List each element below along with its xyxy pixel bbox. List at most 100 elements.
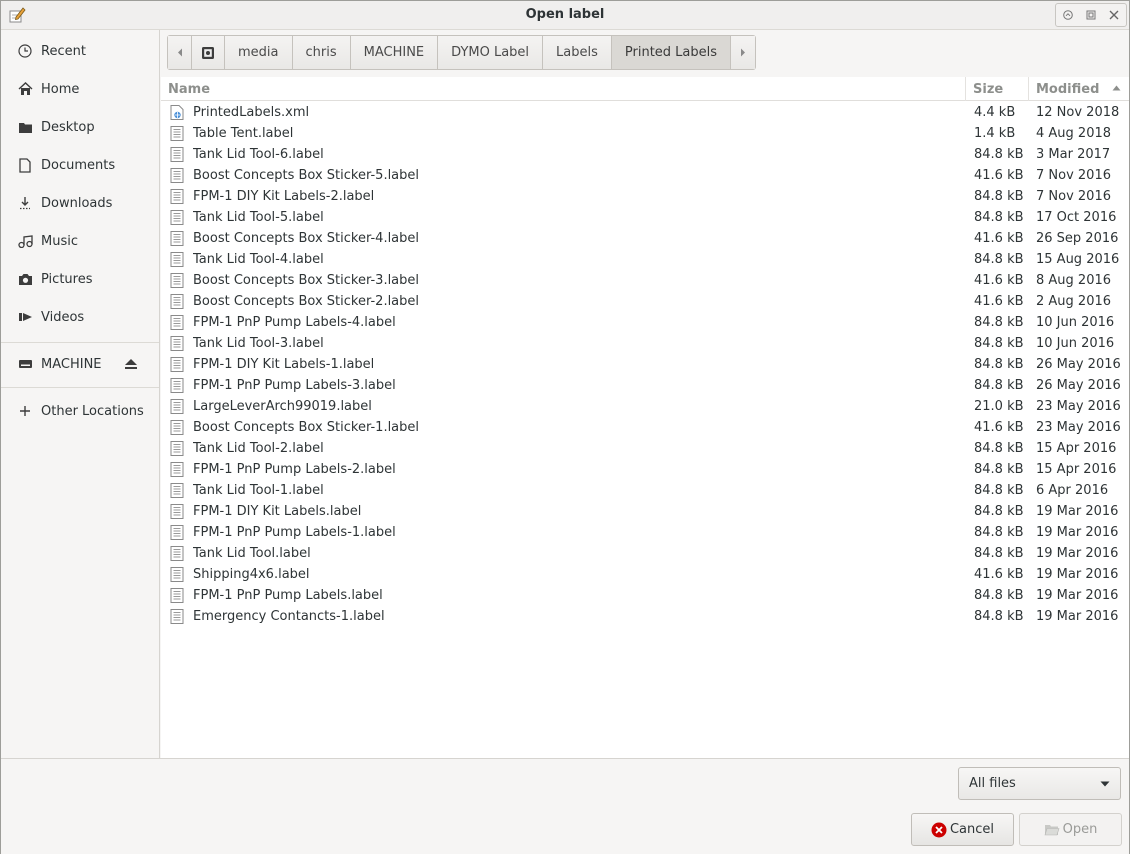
column-header-name[interactable]: Name <box>161 77 966 101</box>
video-icon <box>17 309 33 325</box>
file-row[interactable]: Tank Lid Tool-1.label 84.8 kB 6 Apr 2016 <box>161 480 1129 501</box>
file-modified: 19 Mar 2016 <box>1036 588 1119 603</box>
document-icon <box>170 336 184 351</box>
sidebar-item-music[interactable]: Music <box>1 224 159 258</box>
sidebar-item-machine-drive[interactable]: MACHINE <box>1 347 159 381</box>
cancel-button-label: Cancel <box>949 822 995 837</box>
file-row[interactable]: Emergency Contancts-1.label 84.8 kB 19 Mar… <box>161 606 1129 627</box>
open-button-label: Open <box>1062 822 1098 837</box>
document-icon <box>170 546 184 561</box>
file-rows: PrintedLabels.xml 4.4 kB 12 Nov 2018 Table … <box>161 102 1129 627</box>
file-modified: 7 Nov 2016 <box>1036 189 1111 204</box>
file-name: Boost Concepts Box Sticker-3.label <box>193 273 420 288</box>
file-row[interactable]: Boost Concepts Box Sticker-2.label 41.6 k… <box>161 291 1129 312</box>
download-icon <box>17 195 33 211</box>
file-row[interactable]: Tank Lid Tool-2.label 84.8 kB 15 Apr 2016 <box>161 438 1129 459</box>
file-row[interactable]: FPM-1 PnP Pump Labels-4.label 84.8 kB 10 J… <box>161 312 1129 333</box>
file-size: 84.8 kB <box>974 588 1024 603</box>
chevron-down-icon <box>1100 781 1110 787</box>
column-header-size[interactable]: Size <box>966 77 1029 101</box>
file-row[interactable]: FPM-1 DIY Kit Labels-2.label 84.8 kB 7 Nov… <box>161 186 1129 207</box>
file-row[interactable]: Tank Lid Tool-3.label 84.8 kB 10 Jun 2016 <box>161 333 1129 354</box>
file-size: 84.8 kB <box>974 147 1024 162</box>
sidebar-item-desktop[interactable]: Desktop <box>1 110 159 144</box>
document-icon <box>170 399 184 414</box>
clock-icon <box>17 43 33 59</box>
column-header-modified[interactable]: Modified <box>1029 77 1129 101</box>
document-icon <box>170 252 184 267</box>
music-icon <box>17 233 33 249</box>
file-name: FPM-1 PnP Pump Labels-1.label <box>193 525 396 540</box>
chevron-left-icon <box>177 48 182 57</box>
path-scroll-left-button[interactable] <box>168 36 192 69</box>
file-row[interactable]: Boost Concepts Box Sticker-5.label 41.6 k… <box>161 165 1129 186</box>
file-row[interactable]: FPM-1 PnP Pump Labels-3.label 84.8 kB 26 M… <box>161 375 1129 396</box>
file-row[interactable]: Boost Concepts Box Sticker-4.label 41.6 k… <box>161 228 1129 249</box>
sidebar-item-pictures[interactable]: Pictures <box>1 262 159 296</box>
sidebar-separator <box>1 342 159 343</box>
file-row[interactable]: LargeLeverArch99019.label 21.0 kB 23 May 2… <box>161 396 1129 417</box>
sidebar-item-label: Recent <box>41 43 86 59</box>
file-size: 84.8 kB <box>974 252 1024 267</box>
document-icon <box>170 126 184 141</box>
file-row[interactable]: Boost Concepts Box Sticker-3.label 41.6 k… <box>161 270 1129 291</box>
file-row[interactable]: Tank Lid Tool-5.label 84.8 kB 17 Oct 2016 <box>161 207 1129 228</box>
file-name: PrintedLabels.xml <box>193 105 310 120</box>
document-icon <box>170 168 184 183</box>
document-icon <box>170 147 184 162</box>
restore-button[interactable] <box>1081 5 1101 25</box>
file-modified: 15 Aug 2016 <box>1036 252 1120 267</box>
file-row[interactable]: FPM-1 DIY Kit Labels-1.label 84.8 kB 26 Ma… <box>161 354 1129 375</box>
file-row[interactable]: Tank Lid Tool.label 84.8 kB 19 Mar 2016 <box>161 543 1129 564</box>
sidebar-item-documents[interactable]: Documents <box>1 148 159 182</box>
file-row[interactable]: Shipping4x6.label 41.6 kB 19 Mar 2016 <box>161 564 1129 585</box>
drive-icon <box>17 356 33 372</box>
file-filter-dropdown[interactable]: All files <box>958 767 1121 800</box>
file-size: 41.6 kB <box>974 567 1024 582</box>
file-row[interactable]: Tank Lid Tool-4.label 84.8 kB 15 Aug 2016 <box>161 249 1129 270</box>
cancel-button[interactable]: Cancel <box>911 813 1014 846</box>
file-row[interactable]: FPM-1 PnP Pump Labels.label 84.8 kB 19 Mar… <box>161 585 1129 606</box>
path-segment-media[interactable]: media <box>225 36 293 69</box>
file-row[interactable]: Tank Lid Tool-6.label 84.8 kB 3 Mar 2017 <box>161 144 1129 165</box>
file-row[interactable]: Table Tent.label 1.4 kB 4 Aug 2018 <box>161 123 1129 144</box>
document-icon <box>170 294 184 309</box>
home-icon <box>17 81 33 97</box>
file-name: Tank Lid Tool-6.label <box>193 147 324 162</box>
sidebar-item-home[interactable]: Home <box>1 72 159 106</box>
sidebar-item-label: Downloads <box>41 195 113 211</box>
path-segment-machine[interactable]: MACHINE <box>350 36 439 69</box>
file-modified: 19 Mar 2016 <box>1036 525 1119 540</box>
sidebar-item-downloads[interactable]: Downloads <box>1 186 159 220</box>
file-modified: 7 Nov 2016 <box>1036 168 1111 183</box>
up-arrow-icon <box>1062 10 1073 20</box>
file-size: 41.6 kB <box>974 231 1024 246</box>
file-row[interactable]: PrintedLabels.xml 4.4 kB 12 Nov 2018 <box>161 102 1129 123</box>
path-segment-chris[interactable]: chris <box>292 36 351 69</box>
open-button[interactable]: Open <box>1019 813 1122 846</box>
file-name: Table Tent.label <box>193 126 294 141</box>
maximize-up-button[interactable] <box>1058 5 1078 25</box>
file-row[interactable]: FPM-1 DIY Kit Labels.label 84.8 kB 19 Mar … <box>161 501 1129 522</box>
path-segment-printed-labels[interactable]: Printed Labels <box>611 36 732 69</box>
file-row[interactable]: FPM-1 PnP Pump Labels-1.label 84.8 kB 19 M… <box>161 522 1129 543</box>
file-modified: 23 May 2016 <box>1036 420 1121 435</box>
sidebar-item-recent[interactable]: Recent <box>1 34 159 68</box>
file-size: 84.8 kB <box>974 462 1024 477</box>
sidebar-item-other-locations[interactable]: Other Locations <box>1 394 159 428</box>
file-name: FPM-1 DIY Kit Labels.label <box>193 504 362 519</box>
sidebar-item-label: Home <box>41 81 80 97</box>
close-button[interactable] <box>1104 5 1124 25</box>
file-row[interactable]: FPM-1 PnP Pump Labels-2.label 84.8 kB 15 A… <box>161 459 1129 480</box>
path-segment-dymo-label[interactable]: DYMO Label <box>438 36 544 69</box>
path-bar: media chris MACHINE DYMO Label Labels Pr… <box>167 35 757 70</box>
file-size: 84.8 kB <box>974 378 1024 393</box>
file-name: Tank Lid Tool-3.label <box>193 336 324 351</box>
eject-icon[interactable] <box>123 356 139 372</box>
path-segment-labels[interactable]: Labels <box>543 36 612 69</box>
sidebar-item-videos[interactable]: Videos <box>1 300 159 334</box>
path-root-drive-button[interactable] <box>192 36 225 69</box>
cancel-icon <box>931 822 947 837</box>
file-row[interactable]: Boost Concepts Box Sticker-1.label 41.6 k… <box>161 417 1129 438</box>
path-scroll-right-button[interactable] <box>731 36 756 69</box>
